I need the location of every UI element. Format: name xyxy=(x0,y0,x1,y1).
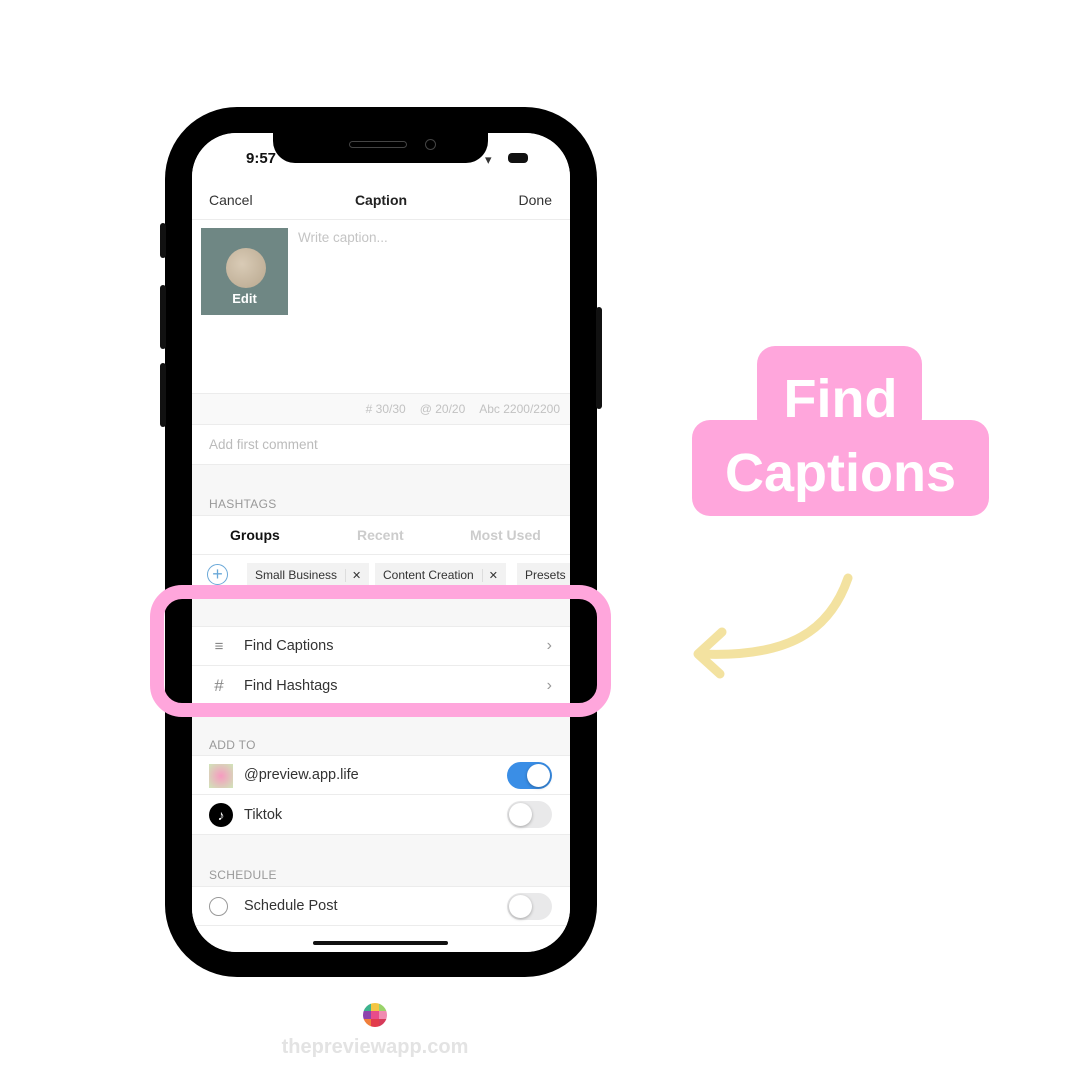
chip-presets[interactable]: Presets xyxy=(517,563,570,587)
caption-area: Edit Write caption... xyxy=(192,219,570,394)
tiktok-toggle[interactable] xyxy=(507,801,552,828)
wifi-icon: ▾ xyxy=(485,152,492,167)
footer-site: thepreviewapp.com xyxy=(281,1036,469,1058)
char-count: Abc 2200/2200 xyxy=(479,402,560,416)
preview-account-toggle[interactable] xyxy=(507,761,552,789)
battery-icon xyxy=(508,153,528,163)
remove-icon[interactable]: ✕ xyxy=(345,568,361,582)
add-to-section-label: ADD TO xyxy=(209,738,256,752)
volume-up-button xyxy=(160,285,166,349)
account-label: Tiktok xyxy=(244,806,283,823)
notch xyxy=(273,133,488,163)
tab-groups[interactable]: Groups xyxy=(230,527,280,543)
caption-input[interactable]: Write caption... xyxy=(298,230,388,245)
schedule-section-label: SCHEDULE xyxy=(209,868,277,882)
edit-label: Edit xyxy=(232,291,257,306)
callout-text: Find Captions xyxy=(692,362,989,510)
callout-line1: Find xyxy=(783,369,898,429)
account-row-preview: @preview.app.life xyxy=(192,755,570,795)
schedule-row: Schedule Post xyxy=(192,886,570,926)
page-title: Caption xyxy=(354,192,408,208)
schedule-label: Schedule Post xyxy=(244,898,338,914)
camera-icon xyxy=(425,139,436,150)
home-indicator xyxy=(313,941,448,945)
highlight-box xyxy=(150,585,611,717)
account-label: @preview.app.life xyxy=(244,767,359,783)
hashtags-section-label: HASHTAGS xyxy=(209,497,277,511)
counters-bar: # 30/30 @ 20/20 Abc 2200/2200 xyxy=(192,394,570,425)
add-group-icon[interactable]: + xyxy=(207,564,228,585)
chip-label: Presets xyxy=(525,568,566,582)
instagram-avatar-icon xyxy=(209,764,233,788)
chip-label: Content Creation xyxy=(383,568,474,582)
preview-logo-icon xyxy=(363,1003,387,1027)
bottom-area xyxy=(192,926,570,952)
chip-label: Small Business xyxy=(255,568,338,582)
power-button xyxy=(596,307,602,409)
remove-icon[interactable]: ✕ xyxy=(481,568,498,582)
app-screen: 9:57 ▾ Cancel Caption Done Edit Write ca… xyxy=(192,133,570,952)
tiktok-icon: ♪ xyxy=(209,803,233,827)
schedule-toggle[interactable] xyxy=(507,892,552,920)
post-thumbnail[interactable]: Edit xyxy=(201,228,288,315)
speaker-icon xyxy=(349,141,407,148)
done-button[interactable]: Done xyxy=(519,192,552,208)
volume-down-button xyxy=(160,363,166,427)
hashtag-count: # 30/30 xyxy=(365,402,406,416)
mention-count: @ 20/20 xyxy=(419,402,466,416)
moon-image xyxy=(226,248,266,288)
first-comment-input[interactable]: Add first comment xyxy=(192,425,570,465)
clock-icon xyxy=(209,897,228,916)
hashtag-tabs: Groups Recent Most Used xyxy=(192,515,570,555)
tab-most-used[interactable]: Most Used xyxy=(470,527,541,543)
curved-arrow-icon xyxy=(693,573,853,679)
status-time: 9:57 xyxy=(246,150,277,167)
tab-recent[interactable]: Recent xyxy=(357,527,404,543)
mute-switch xyxy=(160,223,166,258)
account-row-tiktok: ♪ Tiktok xyxy=(192,795,570,835)
callout-line2: Captions xyxy=(724,443,956,503)
chip-small-business[interactable]: Small Business ✕ xyxy=(247,563,370,587)
chip-content-creation[interactable]: Content Creation ✕ xyxy=(375,563,506,587)
